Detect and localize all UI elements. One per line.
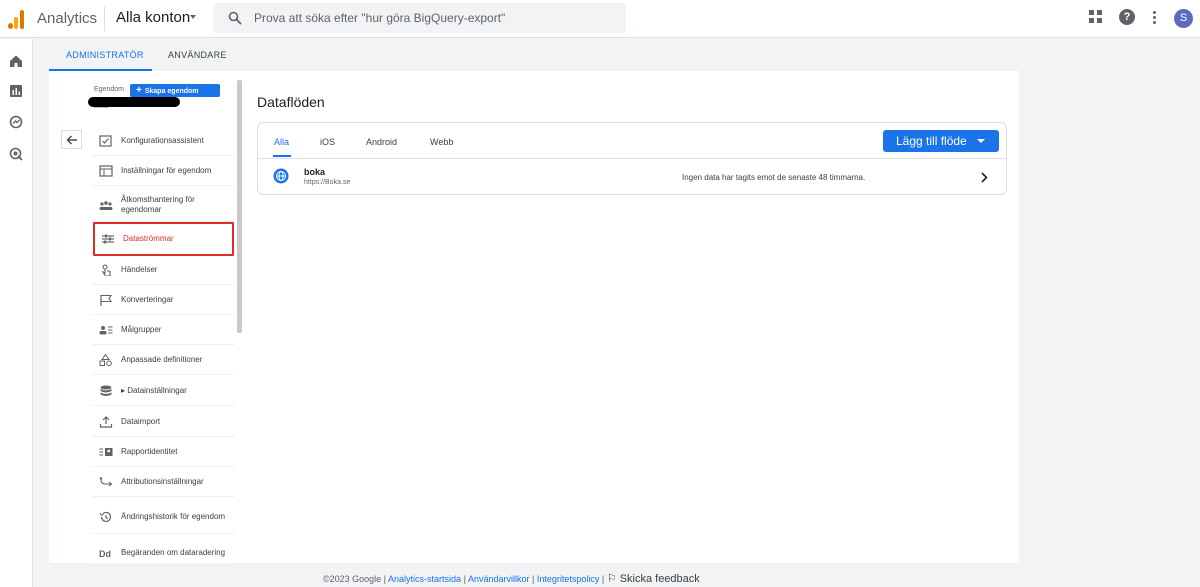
menu-scrollbar[interactable]: [237, 80, 242, 333]
footer-separator: |: [601, 574, 605, 584]
app-name: Analytics: [37, 10, 98, 27]
attribution-icon: [99, 476, 113, 486]
feedback-label: Skicka feedback: [619, 573, 700, 585]
selected-tab-indicator: [273, 155, 291, 157]
sidebar-item-label: Konfigurationsassistent: [121, 135, 204, 145]
tab-android[interactable]: Android: [366, 137, 397, 147]
tab-web[interactable]: Webb: [430, 137, 453, 147]
audience-icon: [99, 325, 113, 334]
add-stream-label: Lägg till flöde: [896, 134, 967, 148]
terms-link[interactable]: Användarvillkor: [468, 574, 530, 584]
redaction-mark: [88, 97, 180, 107]
sidebar-item[interactable]: Anpassade definitioner: [93, 345, 234, 375]
left-nav-rail: [0, 39, 33, 587]
more-vert-icon[interactable]: [1153, 11, 1157, 25]
copyright: ©2023 Google |: [323, 574, 387, 584]
caret-down-icon[interactable]: [190, 15, 196, 19]
sidebar-item[interactable]: Åtkomsthantering för egendomar: [93, 188, 234, 222]
dd-icon: Dd: [99, 549, 111, 559]
sidebar-item[interactable]: Konfigurationsassistent: [93, 126, 234, 156]
caret-down-icon: [977, 139, 985, 143]
create-property-label: Skapa egendom: [144, 88, 199, 95]
sidebar-item[interactable]: Händelser: [93, 255, 234, 285]
sidebar-item[interactable]: Målgrupper: [93, 315, 234, 345]
history-icon: [99, 511, 112, 522]
shapes-icon: [99, 353, 112, 366]
flag-icon: [100, 294, 113, 306]
analytics-logo-icon[interactable]: [8, 9, 26, 29]
home-icon[interactable]: [9, 54, 23, 68]
sidebar-item-label: Anpassade definitioner: [121, 354, 203, 364]
avatar[interactable]: S: [1174, 9, 1193, 28]
account-selector[interactable]: Alla konton: [116, 9, 190, 26]
send-feedback-link[interactable]: ⚐ Skicka feedback: [607, 573, 700, 585]
page-title: Dataflöden: [257, 94, 325, 110]
sidebar-item-label: Ändringshistorik för egendom: [121, 511, 226, 521]
back-button[interactable]: [61, 130, 82, 149]
tab-administrator[interactable]: ADMINISTRATÖR: [66, 50, 144, 60]
globe-icon: [273, 168, 289, 184]
advertising-icon[interactable]: [9, 147, 23, 161]
help-icon[interactable]: ?: [1119, 9, 1135, 25]
reports-icon[interactable]: [9, 84, 23, 98]
stream-name: boka: [304, 167, 326, 177]
search-bar[interactable]: Prova att söka efter "hur göra BigQuery-…: [213, 3, 626, 33]
top-app-bar: Analytics Alla konton Prova att söka eft…: [0, 0, 1200, 38]
sidebar-item-label: Begäranden om dataradering: [121, 547, 226, 557]
svg-text:Dd: Dd: [99, 549, 111, 559]
sidebar-item-label: Inställningar för egendom: [121, 165, 212, 175]
sidebar-item-label: Händelser: [121, 264, 158, 274]
tab-users[interactable]: ANVÄNDARE: [168, 50, 227, 60]
search-placeholder: Prova att söka efter "hur göra BigQuery-…: [254, 11, 506, 25]
data-streams-card: Alla iOS Android Webb Lägg till flöde bo…: [257, 122, 1007, 195]
arrow-back-icon: [66, 135, 77, 145]
sidebar-item[interactable]: Ändringshistorik för egendom: [93, 500, 234, 534]
sidebar-item[interactable]: Dataströmmar: [93, 222, 234, 256]
sidebar-item[interactable]: Attributionsinställningar: [93, 467, 234, 497]
sidebar-item[interactable]: ▸ Datainställningar: [93, 376, 234, 406]
database-icon: [100, 385, 112, 396]
analytics-home-link[interactable]: Analytics-startsida: [388, 574, 461, 584]
footer-separator: |: [463, 574, 466, 584]
tab-all[interactable]: Alla: [274, 137, 289, 147]
search-icon: [228, 11, 242, 25]
footer: ©2023 Google | Analytics-startsida | Anv…: [323, 572, 700, 585]
add-stream-button[interactable]: Lägg till flöde: [883, 130, 999, 152]
divider: [258, 158, 1006, 159]
stream-status: Ingen data har tagits emot de senaste 48…: [682, 173, 866, 182]
sidebar-item-label: Rapportidentitet: [121, 446, 178, 456]
plus-icon: +: [136, 85, 142, 96]
sidebar-item-label: ▸ Datainställningar: [121, 385, 187, 395]
sidebar-item-label: Dataimport: [121, 416, 161, 426]
checklist-icon: [99, 134, 112, 147]
chevron-right-icon[interactable]: [980, 172, 988, 183]
sidebar-item[interactable]: Inställningar för egendom: [93, 156, 234, 186]
sidebar-item-label: Målgrupper: [121, 324, 162, 334]
create-property-button[interactable]: + Skapa egendom: [130, 84, 220, 97]
sidebar-item[interactable]: Dataimport: [93, 407, 234, 437]
footer-separator: |: [531, 574, 535, 584]
apps-grid-icon[interactable]: [1089, 10, 1103, 24]
sidebar-item[interactable]: Dd Begäranden om dataradering: [93, 540, 234, 566]
stream-url: https://Boka.se: [304, 179, 351, 186]
property-label: Egendom: [94, 86, 124, 93]
upload-icon: [99, 415, 113, 428]
layout-icon: [99, 164, 113, 177]
privacy-link[interactable]: Integritetspolicy: [537, 574, 600, 584]
people-icon: [99, 200, 113, 210]
sidebar-item-label: Åtkomsthantering för egendomar: [121, 194, 195, 214]
sidebar-item[interactable]: Konverteringar: [93, 285, 234, 315]
touch-icon: [101, 263, 111, 276]
tab-ios[interactable]: iOS: [320, 137, 335, 147]
sidebar-item[interactable]: Rapportidentitet: [93, 437, 234, 467]
sidebar-item-label: Dataströmmar: [123, 234, 174, 243]
explore-icon[interactable]: [9, 115, 23, 129]
streams-icon: [102, 234, 114, 244]
identity-icon: [99, 447, 113, 456]
sidebar-item-label: Attributionsinställningar: [121, 476, 204, 486]
header-divider: [104, 7, 105, 31]
feedback-icon: ⚐: [606, 573, 617, 585]
sidebar-item-label: Konverteringar: [121, 294, 174, 304]
